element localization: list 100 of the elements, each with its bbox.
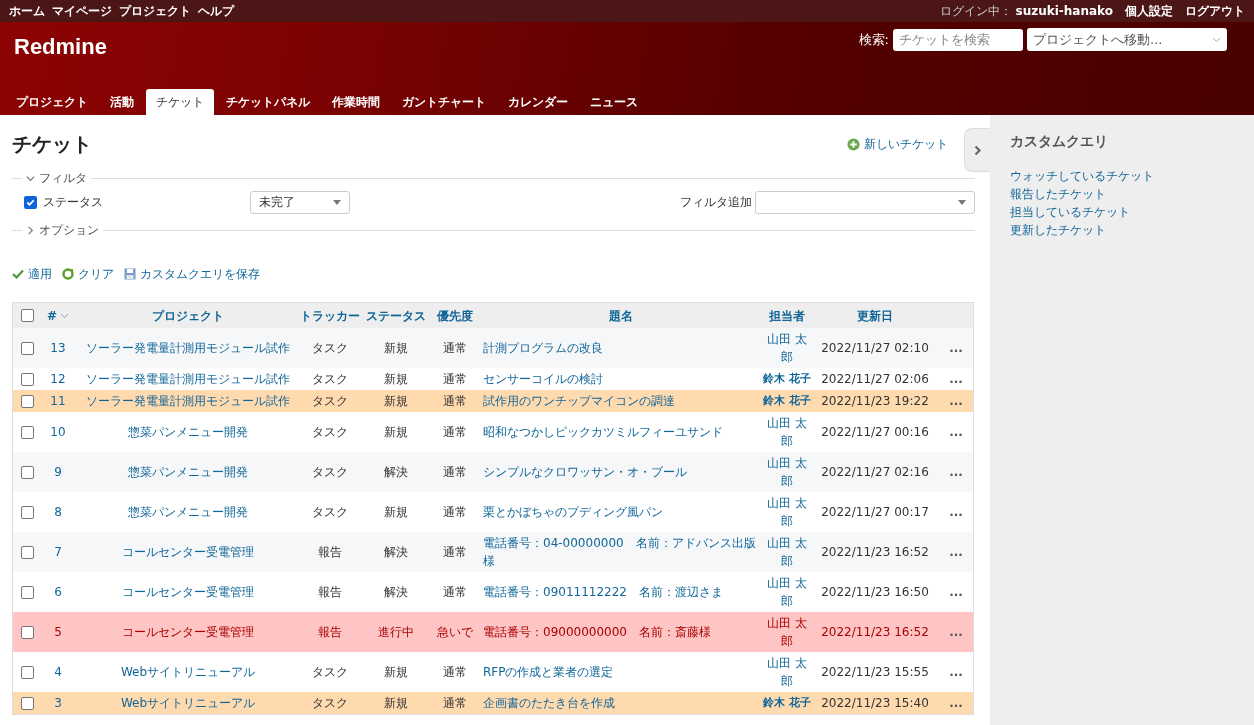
- top-menu-link[interactable]: マイページ: [52, 2, 112, 20]
- chevron-right-icon[interactable]: [26, 225, 35, 235]
- custom-query-link[interactable]: ウォッチしているチケット: [1010, 167, 1234, 185]
- assignee-link[interactable]: 鈴木 花子: [763, 694, 811, 712]
- issue-id-link[interactable]: 5: [54, 623, 62, 641]
- checkbox[interactable]: [20, 625, 34, 639]
- top-menu-link[interactable]: プロジェクト: [119, 2, 191, 20]
- issue-id-link[interactable]: 11: [50, 392, 66, 410]
- account-link[interactable]: 個人設定: [1125, 2, 1173, 20]
- issue-row[interactable]: 13 ソーラー発電量計測用モジュール試作 タスク 新規 通常 計測プログラムの改良 山田 太郎 2022/11/27 02:10 ...: [13, 328, 973, 368]
- assignee-link[interactable]: 鈴木 花子: [763, 370, 811, 388]
- checkbox[interactable]: [20, 505, 34, 519]
- row-menu-button[interactable]: ...: [949, 392, 963, 410]
- issue-row[interactable]: 3 Webサイトリニューアル タスク 新規 通常 企画書のたたき台を作成 鈴木 花子 2022/11/23 15:40 ...: [13, 692, 973, 714]
- checkbox[interactable]: [20, 341, 34, 355]
- column-header[interactable]: 優先度: [437, 306, 473, 325]
- row-menu-button[interactable]: ...: [949, 694, 963, 712]
- custom-query-link[interactable]: 更新したチケット: [1010, 221, 1234, 239]
- tab[interactable]: 活動: [100, 89, 144, 115]
- assignee-link[interactable]: 山田 太郎: [763, 454, 811, 490]
- issue-row[interactable]: 5 コールセンター受電管理 報告 進行中 急いで 電話番号：09000000000 名前：斎藤様 山田 太郎 2022/11/23 16:52 ...: [13, 612, 973, 652]
- apply-link[interactable]: 適用: [12, 265, 52, 283]
- project-link[interactable]: 惣菜パンメニュー開発: [128, 463, 248, 481]
- issue-row[interactable]: 9 惣菜パンメニュー開発 タスク 解決 通常 シンプルなクロワッサン・オ・ブール 山田 太郎 2022/11/27 02:16 ...: [13, 452, 973, 492]
- tab[interactable]: ガントチャート: [392, 89, 496, 115]
- project-link[interactable]: ソーラー発電量計測用モジュール試作: [86, 339, 290, 357]
- save-query-link[interactable]: カスタムクエリを保存: [124, 265, 260, 283]
- assignee-link[interactable]: 山田 太郎: [763, 330, 811, 366]
- tab[interactable]: カレンダー: [498, 89, 578, 115]
- subject-link[interactable]: 電話番号：09000000000 名前：斎藤様: [483, 623, 759, 641]
- row-menu-button[interactable]: ...: [949, 370, 963, 388]
- user-link[interactable]: suzuki-hanako: [1015, 2, 1113, 20]
- issue-id-link[interactable]: 9: [54, 463, 62, 481]
- project-jump-select[interactable]: プロジェクトへ移動...: [1027, 28, 1227, 51]
- custom-query-link[interactable]: 報告したチケット: [1010, 185, 1234, 203]
- issue-id-link[interactable]: 12: [50, 370, 66, 388]
- project-link[interactable]: コールセンター受電管理: [122, 623, 254, 641]
- project-link[interactable]: コールセンター受電管理: [122, 543, 254, 561]
- checkbox[interactable]: [20, 585, 34, 599]
- issue-id-link[interactable]: 4: [54, 663, 62, 681]
- row-menu-button[interactable]: ...: [949, 339, 963, 357]
- checkbox[interactable]: [20, 425, 34, 439]
- custom-query-link[interactable]: 担当しているチケット: [1010, 203, 1234, 221]
- column-header[interactable]: #: [46, 306, 58, 325]
- row-menu-button[interactable]: ...: [949, 663, 963, 681]
- row-menu-button[interactable]: ...: [949, 503, 963, 521]
- subject-link[interactable]: シンプルなクロワッサン・オ・ブール: [483, 463, 759, 481]
- subject-link[interactable]: 計測プログラムの改良: [483, 339, 759, 357]
- account-link[interactable]: ログアウト: [1185, 2, 1245, 20]
- checkbox[interactable]: [20, 545, 34, 559]
- column-header[interactable]: 題名: [609, 306, 633, 325]
- tab[interactable]: ニュース: [580, 89, 648, 115]
- issue-id-link[interactable]: 8: [54, 503, 62, 521]
- row-menu-button[interactable]: ...: [949, 543, 963, 561]
- project-link[interactable]: 惣菜パンメニュー開発: [128, 503, 248, 521]
- column-header[interactable]: 担当者: [769, 306, 805, 325]
- assignee-link[interactable]: 山田 太郎: [763, 494, 811, 530]
- top-menu-link[interactable]: ヘルプ: [198, 2, 234, 20]
- sidebar-toggle-button[interactable]: [964, 128, 990, 172]
- subject-link[interactable]: 企画書のたたき台を作成: [483, 694, 759, 712]
- subject-link[interactable]: RFPの作成と業者の選定: [483, 663, 759, 681]
- subject-link[interactable]: 電話番号：09011112222 名前：渡辺さま: [483, 583, 759, 601]
- assignee-link[interactable]: 山田 太郎: [763, 574, 811, 610]
- checkbox[interactable]: [20, 465, 34, 479]
- tab[interactable]: 作業時間: [322, 89, 390, 115]
- subject-link[interactable]: 昭和なつかしピックカツミルフィーユサンド: [483, 423, 759, 441]
- checkbox[interactable]: [24, 195, 37, 209]
- project-link[interactable]: Webサイトリニューアル: [120, 694, 256, 712]
- row-menu-button[interactable]: ...: [949, 463, 963, 481]
- checkbox[interactable]: [20, 696, 34, 710]
- checkbox[interactable]: [20, 394, 34, 408]
- assignee-link[interactable]: 山田 太郎: [763, 614, 811, 650]
- issue-id-link[interactable]: 13: [50, 339, 66, 357]
- tab[interactable]: チケット: [146, 89, 214, 115]
- project-link[interactable]: Webサイトリニューアル: [120, 663, 256, 681]
- subject-link[interactable]: 試作用のワンチップマイコンの調達: [483, 392, 759, 410]
- issue-row[interactable]: 7 コールセンター受電管理 報告 解決 通常 電話番号：04-00000000 名前：アドバンス出版様 山田 太郎 2022/11/23 16:52 ...: [13, 532, 973, 572]
- project-link[interactable]: 惣菜パンメニュー開発: [128, 423, 248, 441]
- checkbox[interactable]: [20, 309, 34, 322]
- clear-link[interactable]: クリア: [62, 265, 114, 283]
- tab[interactable]: プロジェクト: [6, 89, 98, 115]
- column-header[interactable]: プロジェクト: [152, 306, 224, 325]
- row-menu-button[interactable]: ...: [949, 583, 963, 601]
- project-link[interactable]: コールセンター受電管理: [122, 583, 254, 601]
- status-operator-select[interactable]: 未完了: [250, 190, 350, 214]
- checkbox[interactable]: [20, 665, 34, 679]
- subject-link[interactable]: 電話番号：04-00000000 名前：アドバンス出版様: [483, 534, 759, 570]
- column-header[interactable]: 更新日: [857, 306, 893, 325]
- project-link[interactable]: ソーラー発電量計測用モジュール試作: [86, 370, 290, 388]
- chevron-down-icon[interactable]: [26, 173, 35, 183]
- issue-id-link[interactable]: 7: [54, 543, 62, 561]
- row-menu-button[interactable]: ...: [949, 423, 963, 441]
- issue-id-link[interactable]: 3: [54, 694, 62, 712]
- top-menu-link[interactable]: ホーム: [9, 2, 45, 20]
- issue-id-link[interactable]: 6: [54, 583, 62, 601]
- subject-link[interactable]: 栗とかぼちゃのプディング風パン: [483, 503, 759, 521]
- new-issue-link[interactable]: 新しいチケット: [847, 135, 948, 153]
- issue-id-link[interactable]: 10: [50, 423, 66, 441]
- fieldset-legend[interactable]: フィルタ: [39, 169, 87, 187]
- assignee-link[interactable]: 山田 太郎: [763, 654, 811, 690]
